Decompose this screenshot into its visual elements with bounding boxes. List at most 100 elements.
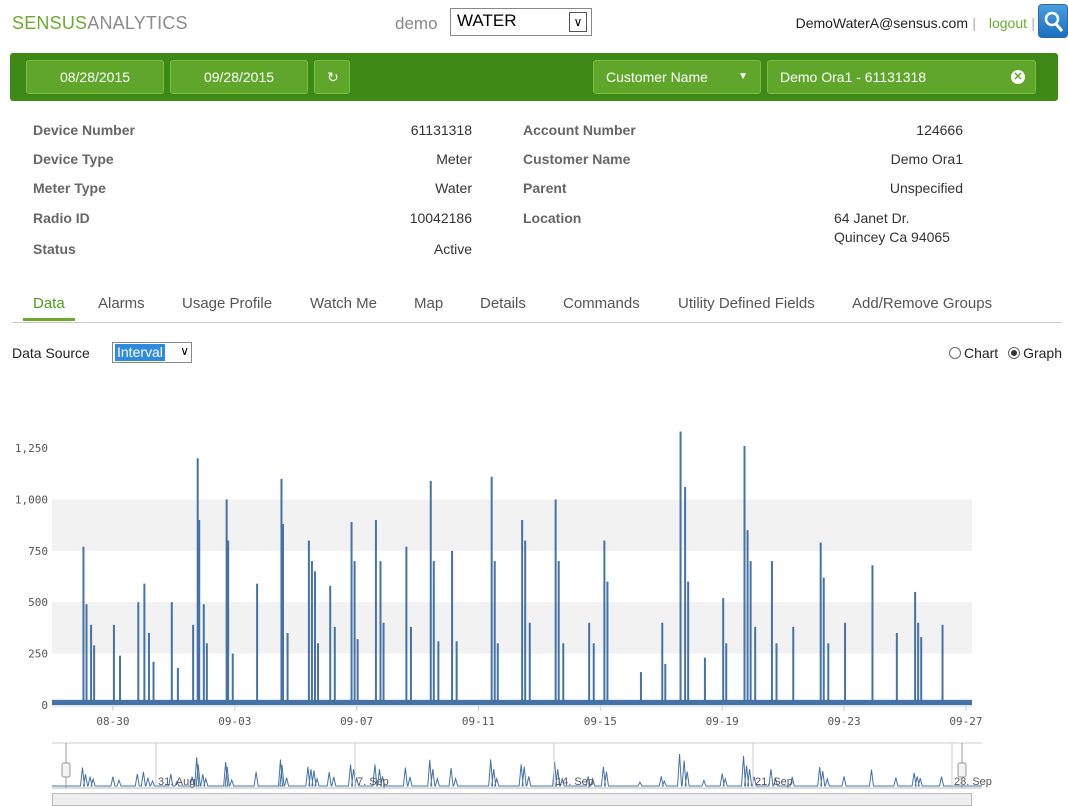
logout-link[interactable]: logout (989, 15, 1027, 31)
data-bar (895, 633, 898, 705)
grid-band (52, 602, 972, 654)
x-tick-label: 09-19 (706, 715, 739, 728)
data-bar (405, 546, 408, 705)
data-bar (192, 624, 195, 705)
data-bar (661, 622, 664, 705)
data-bar (85, 604, 88, 705)
x-tick-label: 09-15 (584, 715, 617, 728)
data-bar (198, 519, 201, 705)
data-bar (639, 672, 642, 705)
data-bar (725, 643, 728, 705)
data-bar (119, 655, 122, 705)
y-tick-label: 500 (28, 596, 48, 609)
data-bar (822, 577, 825, 705)
account-number-label: Account Number (523, 122, 636, 138)
tab-details[interactable]: Details (480, 295, 526, 312)
search-value-text: Demo Ora1 - 61131318 (780, 69, 927, 85)
data-bar (844, 622, 847, 705)
account-number-value: 124666 (916, 122, 963, 138)
data-bar (592, 643, 595, 705)
tenant-label: demo (395, 14, 438, 33)
data-bar (743, 445, 746, 705)
data-bar (792, 626, 795, 705)
tab-data[interactable]: Data (23, 295, 75, 321)
parent-value: Unspecified (889, 180, 963, 196)
graph-radio[interactable] (1008, 347, 1021, 359)
location-label: Location (523, 210, 582, 226)
end-date-picker[interactable]: 09/28/2015 (170, 60, 308, 94)
data-bar (313, 571, 316, 705)
chevron-down-icon: ∨ (569, 12, 587, 32)
start-date-picker[interactable]: 08/28/2015 (26, 60, 164, 94)
tab-utility-defined-fields[interactable]: Utility Defined Fields (678, 295, 815, 312)
data-bar (588, 622, 591, 705)
data-bar (703, 657, 706, 705)
data-bar (528, 622, 531, 705)
data-bar (382, 622, 385, 705)
data-bar (202, 604, 205, 705)
caret-down-icon: ▼ (738, 71, 748, 82)
data-bar (684, 487, 687, 705)
data-bar (496, 643, 499, 705)
y-tick-label: 750 (28, 545, 48, 558)
data-bar (455, 641, 458, 705)
data-bar (282, 524, 284, 705)
search-button[interactable] (1038, 4, 1068, 38)
navigator-label: 31. Aug (158, 776, 195, 788)
tab-add-remove-groups[interactable]: Add/Remove Groups (852, 295, 992, 312)
data-bar (679, 431, 682, 705)
refresh-icon: ↻ (327, 69, 339, 85)
navigator-label: 21. Sep (755, 776, 793, 788)
tab-commands[interactable]: Commands (563, 295, 640, 312)
chart-radio[interactable] (948, 347, 961, 359)
data-bar (143, 583, 146, 705)
data-bar (746, 530, 749, 705)
chevron-down-icon: ∨ (180, 344, 189, 358)
meter-type-value: Water (435, 180, 472, 196)
location-line1: 64 Janet Dr. (834, 210, 910, 226)
data-bar (409, 626, 412, 705)
refresh-button[interactable]: ↻ (314, 60, 350, 94)
clear-icon[interactable]: ✕ (1011, 70, 1025, 84)
data-bar (524, 540, 527, 705)
tab-usage-profile[interactable]: Usage Profile (182, 295, 272, 312)
data-bar (429, 480, 432, 705)
view-toggle: Chart Graph (948, 345, 1062, 361)
app-logo[interactable]: SENSUSANALYTICS (12, 13, 188, 34)
tab-alarms[interactable]: Alarms (98, 295, 145, 312)
customer-name-value: Demo Ora1 (890, 151, 963, 167)
radio-id-value: 10042186 (409, 210, 472, 226)
data-bar (603, 540, 606, 705)
search-icon (1044, 11, 1064, 32)
utility-select[interactable]: WATER ∨ (450, 8, 592, 36)
y-tick-label: 1,250 (15, 442, 48, 455)
x-tick-label: 09-07 (340, 715, 373, 728)
navigator-scrollbar[interactable] (52, 793, 972, 806)
chart-radio-label[interactable]: Chart (964, 345, 998, 361)
data-bar (356, 639, 359, 705)
graph-radio-label[interactable]: Graph (1023, 345, 1062, 361)
data-bar (227, 540, 230, 705)
data-bar (749, 561, 752, 705)
search-value-field[interactable]: Demo Ora1 - 61131318 ✕ (767, 60, 1036, 94)
navigator-right-handle[interactable] (957, 762, 967, 778)
data-bar (152, 661, 155, 705)
tab-map[interactable]: Map (414, 295, 443, 312)
brand-part2: ANALYTICS (87, 13, 188, 33)
data-bar (231, 653, 234, 705)
navigator-left-handle[interactable] (61, 762, 71, 778)
data-bar (775, 643, 778, 705)
usage-chart[interactable]: 0 250 500 750 1,000 1,250 08-30 09-03 09-07 09-11… (0, 400, 1068, 806)
data-bar (112, 624, 115, 705)
data-bar (521, 519, 524, 705)
data-bar (317, 643, 320, 705)
x-tick-label: 09-11 (462, 715, 495, 728)
search-field-dropdown[interactable]: Customer Name ▼ (593, 60, 761, 94)
parent-label: Parent (523, 180, 567, 196)
x-tick-label: 08-30 (96, 715, 129, 728)
data-bar (920, 637, 923, 705)
data-source-select[interactable]: Interval ∨ (112, 342, 192, 363)
data-bar (754, 626, 757, 705)
tab-watch-me[interactable]: Watch Me (310, 295, 377, 312)
data-bar (170, 602, 173, 705)
